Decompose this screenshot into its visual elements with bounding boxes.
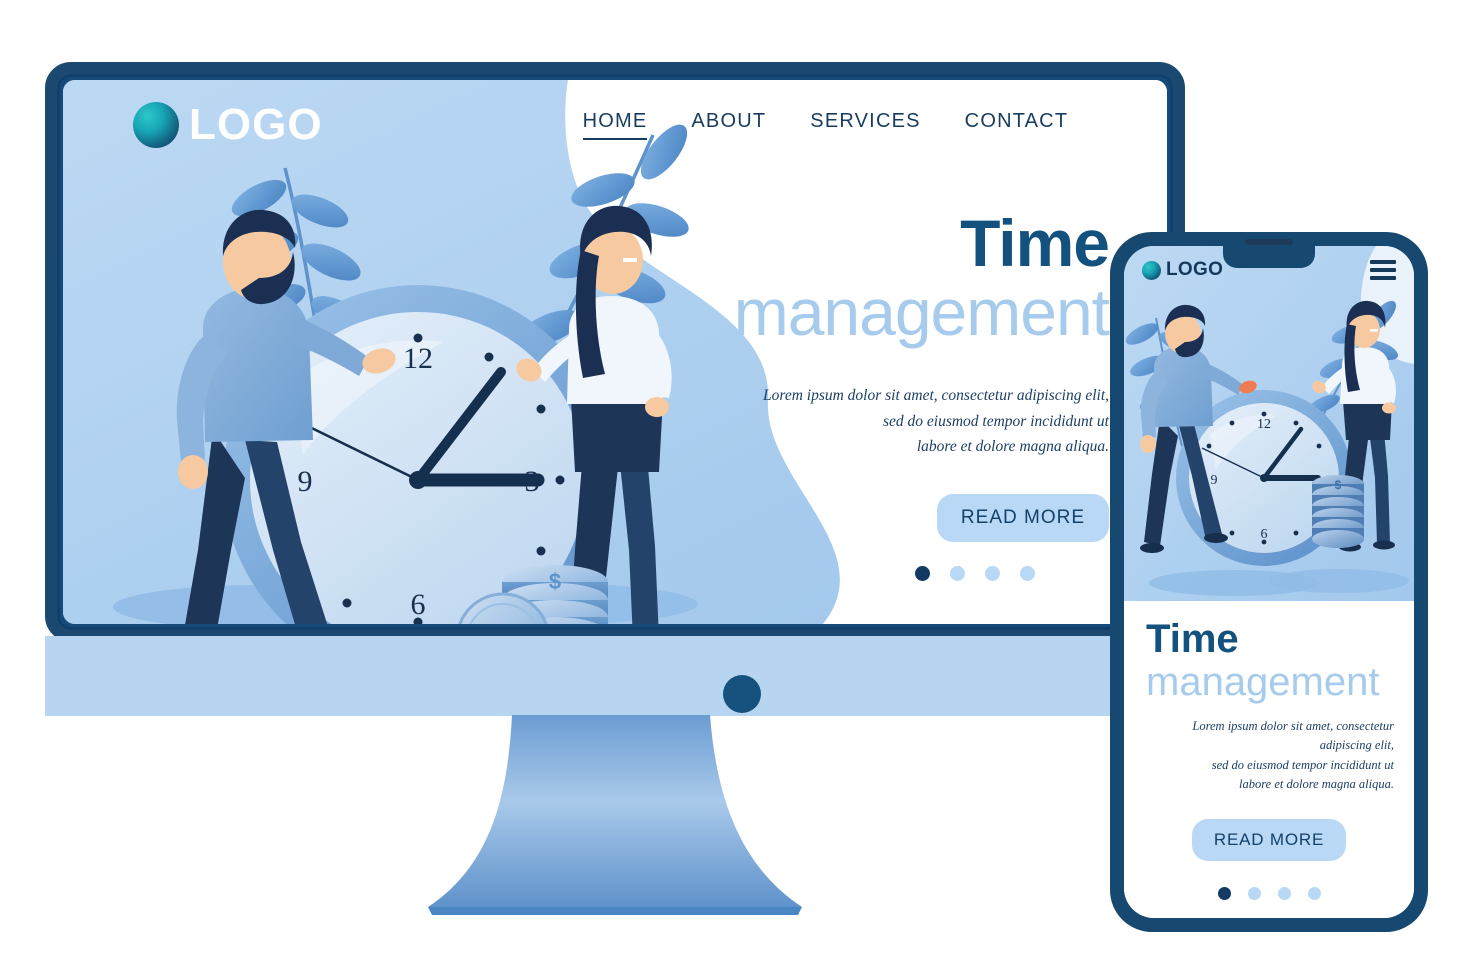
- hamburger-bar-3: [1370, 276, 1396, 280]
- phone-paragraph: Lorem ipsum dolor sit amet, consectetur …: [1144, 717, 1394, 795]
- hero-heading-line1: Time: [960, 206, 1110, 280]
- svg-text:6: 6: [411, 588, 426, 621]
- phone-carousel-dots: [1124, 886, 1414, 900]
- phone-paragraph-line3: labore et dolore magna aliqua.: [1239, 777, 1394, 792]
- svg-text:$: $: [1335, 478, 1342, 492]
- phone-read-more-button[interactable]: READ MORE: [1191, 818, 1347, 861]
- carousel-dot-3[interactable]: [985, 565, 1000, 581]
- phone-speaker-icon: [1245, 239, 1293, 245]
- nav-item-services[interactable]: SERVICES: [810, 110, 920, 140]
- monitor-screen: 12 3 6 9: [63, 80, 1167, 624]
- phone-hero: 12 3 6 9: [1124, 246, 1414, 601]
- phone-heading-line2: management: [1146, 660, 1380, 704]
- monitor-chin: [45, 636, 1185, 716]
- svg-text:6: 6: [1261, 527, 1268, 542]
- hamburger-bar-1: [1370, 260, 1396, 264]
- carousel-dot-2[interactable]: [950, 565, 965, 581]
- phone-carousel-dot-4[interactable]: [1307, 886, 1321, 900]
- mobile-phone: 12 3 6 9: [1110, 232, 1428, 932]
- phone-coin-stack: $: [1312, 475, 1364, 548]
- phone-logo-label: LOGO: [1166, 259, 1224, 280]
- hero-heading-line2: management: [733, 275, 1110, 349]
- monitor-stand: [420, 715, 810, 920]
- hero-paragraph-line3: labore et dolore magna aliqua.: [916, 438, 1109, 456]
- desktop-hero-text: Time management Lorem ipsum dolor sit am…: [469, 206, 1110, 581]
- hero-paragraph-line2: sed do eiusmod tempor incididunt ut: [882, 412, 1109, 430]
- nav-item-contact[interactable]: CONTACT: [965, 110, 1069, 140]
- phone-carousel-dot-1[interactable]: [1217, 886, 1231, 900]
- nav-item-home[interactable]: HOME: [582, 110, 648, 140]
- desktop-monitor: 12 3 6 9: [45, 62, 1185, 642]
- phone-paragraph-line2: sed do eiusmod tempor incididunt ut: [1211, 757, 1394, 772]
- svg-text:12: 12: [1257, 417, 1271, 432]
- screenshot-root: 12 3 6 9: [0, 0, 1484, 980]
- phone-carousel-dot-2[interactable]: [1247, 886, 1261, 900]
- phone-body: Time management Lorem ipsum dolor sit am…: [1124, 601, 1414, 918]
- hero-paragraph: Lorem ipsum dolor sit amet, consectetur …: [469, 383, 1109, 460]
- read-more-button[interactable]: READ MORE: [936, 493, 1109, 542]
- logo-circle-icon: [133, 102, 179, 148]
- hamburger-menu-icon[interactable]: [1370, 260, 1396, 280]
- carousel-dot-1[interactable]: [915, 565, 930, 581]
- phone-notch: [1223, 246, 1315, 268]
- phone-logo[interactable]: LOGO: [1142, 259, 1223, 281]
- hamburger-bar-2: [1370, 268, 1396, 272]
- carousel-dots: [469, 565, 1109, 581]
- phone-screen: 12 3 6 9: [1124, 246, 1414, 918]
- phone-heading-line1: Time: [1146, 617, 1239, 661]
- carousel-dot-4[interactable]: [1020, 565, 1035, 581]
- phone-logo-circle-icon: [1142, 260, 1161, 280]
- desktop-nav: HOME ABOUT SERVICES CONTACT: [582, 110, 1069, 140]
- svg-text:12: 12: [403, 342, 433, 375]
- svg-text:9: 9: [1211, 473, 1218, 488]
- nav-item-about[interactable]: ABOUT: [691, 110, 766, 140]
- desktop-header: LOGO HOME ABOUT SERVICES CONTACT: [63, 80, 1167, 170]
- phone-cta-wrap: READ MORE: [1124, 818, 1414, 861]
- phone-paragraph-line1: Lorem ipsum dolor sit amet, consectetur …: [1192, 719, 1394, 753]
- hero-paragraph-line1: Lorem ipsum dolor sit amet, consectetur …: [763, 387, 1109, 405]
- hero-cta-wrap: READ MORE: [469, 493, 1109, 542]
- desktop-logo[interactable]: LOGO: [133, 100, 323, 150]
- logo-label: LOGO: [189, 100, 323, 149]
- svg-text:9: 9: [298, 465, 313, 498]
- phone-carousel-dot-3[interactable]: [1277, 886, 1291, 900]
- monitor-power-button[interactable]: [723, 675, 761, 713]
